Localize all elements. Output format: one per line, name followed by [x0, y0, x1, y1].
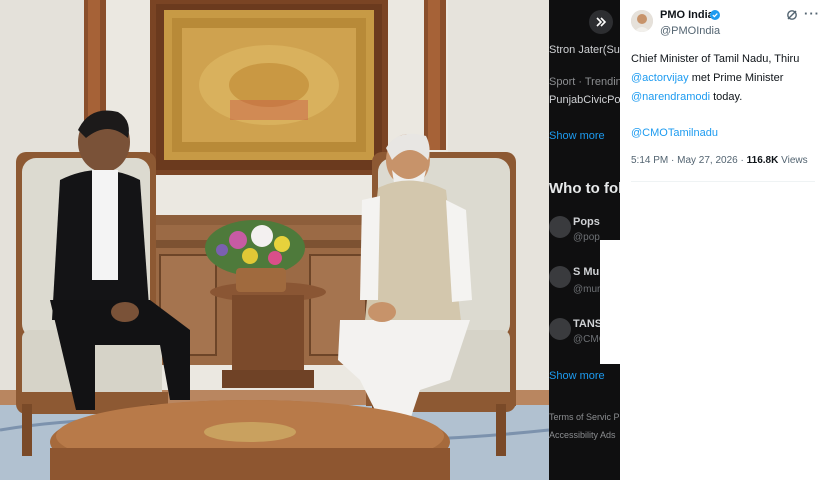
- author-handle[interactable]: @PMOIndia: [660, 25, 720, 37]
- tweet-timestamp: 5:14 PM · May 27, 2026 · 116.8K Views: [631, 155, 808, 166]
- tweet-time[interactable]: 5:14 PM · May 27, 2026 ·: [631, 155, 747, 166]
- tweet-text-line: Chief Minister of Tamil Nadu, Thiru: [631, 53, 800, 65]
- tweet-text-fragment: today.: [710, 91, 743, 103]
- trend-item-title[interactable]: PunjabCivicPol: [549, 94, 620, 106]
- show-more-link[interactable]: Show more: [549, 370, 605, 382]
- tweet-text-fragment: met Prime Minister: [688, 72, 784, 84]
- follow-avatar[interactable]: [549, 216, 571, 238]
- expand-button[interactable]: [589, 10, 613, 34]
- follow-handle: @pop: [573, 232, 600, 243]
- trend-item-meta: Sport · Trending: [549, 76, 620, 88]
- grok-icon[interactable]: [786, 9, 798, 21]
- follow-avatar[interactable]: [549, 266, 571, 288]
- mention-link[interactable]: @narendramodi: [631, 91, 710, 103]
- view-count: 116.8K: [746, 155, 779, 166]
- overlay-gap: [600, 240, 622, 364]
- footer-links[interactable]: Accessibility Ads: [549, 430, 616, 440]
- follow-avatar[interactable]: [549, 318, 571, 340]
- screenshot-stage: Stron Jater(Su Sport · Trending PunjabCi…: [0, 0, 820, 480]
- tweet-text-line: @narendramodi today.: [631, 88, 815, 107]
- tweet-photo[interactable]: [0, 0, 549, 480]
- who-to-follow-heading: Who to follo: [549, 180, 620, 197]
- tweet-text: Chief Minister of Tamil Nadu, Thiru @act…: [631, 50, 815, 143]
- footer-links[interactable]: Terms of Servic Pri: [549, 412, 620, 422]
- author-name[interactable]: PMO India: [660, 9, 714, 21]
- avatar-image: [631, 10, 653, 32]
- tweet-card: PMO India @PMOIndia ··· Chief Minister o…: [620, 0, 820, 480]
- trend-item-title[interactable]: Stron Jater(Su: [549, 44, 620, 56]
- meeting-photo-illustration: [0, 0, 549, 480]
- more-horizontal-icon[interactable]: ···: [804, 7, 820, 20]
- show-more-link[interactable]: Show more: [549, 130, 605, 142]
- mention-link[interactable]: @CMOTamilnadu: [631, 127, 718, 139]
- divider: [631, 181, 815, 182]
- tweet-text-line: @CMOTamilnadu: [631, 124, 815, 143]
- verified-badge-icon: [710, 10, 720, 20]
- views-label: Views: [778, 155, 808, 166]
- follow-name[interactable]: Pops: [573, 216, 600, 228]
- author-avatar[interactable]: [631, 10, 653, 32]
- tweet-text-line: @actorvijay met Prime Minister: [631, 69, 815, 88]
- double-chevron-right-icon: [596, 17, 607, 27]
- mention-link[interactable]: @actorvijay: [631, 72, 689, 84]
